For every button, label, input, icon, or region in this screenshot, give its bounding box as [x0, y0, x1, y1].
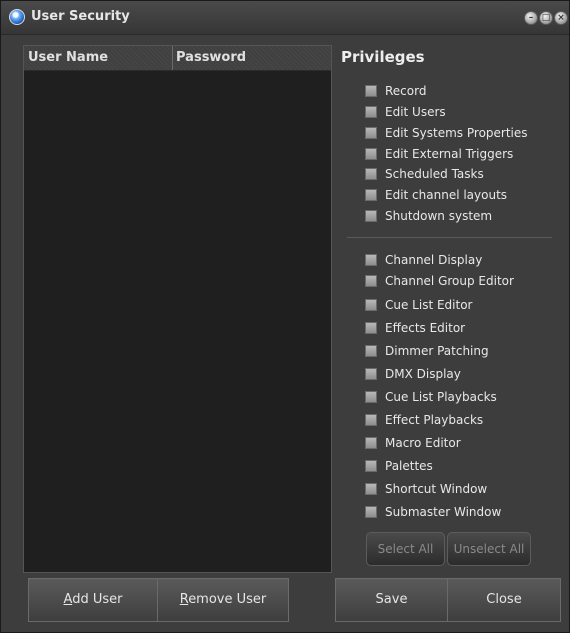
checkbox-icon[interactable]: [365, 368, 377, 380]
privileges-divider: [347, 237, 552, 238]
remove-user-button[interactable]: Remove User: [157, 578, 289, 622]
users-table-header: User Name Password: [24, 46, 331, 71]
column-header-user-name[interactable]: User Name: [28, 50, 108, 70]
checkbox-icon[interactable]: [365, 322, 377, 334]
checkbox-icon[interactable]: [365, 275, 377, 287]
checkbox-icon[interactable]: [365, 254, 377, 266]
title-bar[interactable]: User Security – □ ×: [1, 1, 569, 35]
checkbox-icon[interactable]: [365, 168, 377, 180]
privilege-label: Palettes: [385, 459, 433, 473]
checkbox-icon[interactable]: [365, 391, 377, 403]
privilege-label: Channel Group Editor: [385, 274, 514, 288]
select-all-button[interactable]: Select All: [366, 532, 445, 566]
unselect-all-button[interactable]: Unselect All: [447, 532, 531, 566]
privilege-label: Edit Users: [385, 105, 446, 119]
privilege-label: Effects Editor: [385, 321, 466, 335]
checkbox-icon[interactable]: [365, 460, 377, 472]
save-button[interactable]: Save: [335, 578, 448, 622]
checkbox-icon[interactable]: [365, 483, 377, 495]
checkbox-icon[interactable]: [365, 506, 377, 518]
privilege-label: Cue List Playbacks: [385, 390, 497, 404]
checkbox-icon[interactable]: [365, 127, 377, 139]
checkbox-icon[interactable]: [365, 414, 377, 426]
checkbox-icon[interactable]: [365, 299, 377, 311]
privilege-label: Effect Playbacks: [385, 413, 484, 427]
checkbox-icon[interactable]: [365, 85, 377, 97]
close-icon[interactable]: ×: [554, 11, 568, 25]
privilege-label: Edit External Triggers: [385, 147, 514, 161]
privilege-label: Scheduled Tasks: [385, 167, 484, 181]
privilege-label: Shutdown system: [385, 209, 493, 223]
column-divider: [172, 46, 173, 70]
privilege-label: Edit channel layouts: [385, 188, 508, 202]
privilege-label: Shortcut Window: [385, 482, 488, 496]
app-icon: [9, 9, 25, 25]
checkbox-icon[interactable]: [365, 210, 377, 222]
minimize-icon[interactable]: –: [524, 11, 538, 25]
users-table[interactable]: User Name Password: [23, 45, 332, 573]
privileges-heading: Privileges: [341, 48, 425, 66]
privilege-label: Channel Display: [385, 253, 483, 267]
add-user-button[interactable]: Add User: [28, 578, 158, 622]
column-header-password[interactable]: Password: [176, 50, 246, 70]
privilege-label: Dimmer Patching: [385, 344, 489, 358]
privilege-label: Cue List Editor: [385, 298, 473, 312]
privilege-label: Submaster Window: [385, 505, 502, 519]
checkbox-icon[interactable]: [365, 148, 377, 160]
window-title: User Security: [31, 9, 130, 24]
checkbox-icon[interactable]: [365, 345, 377, 357]
maximize-icon[interactable]: □: [539, 11, 553, 25]
close-button[interactable]: Close: [447, 578, 561, 622]
checkbox-icon[interactable]: [365, 437, 377, 449]
privilege-label: DMX Display: [385, 367, 461, 381]
privilege-label: Edit Systems Properties: [385, 126, 528, 140]
privilege-label: Macro Editor: [385, 436, 461, 450]
user-security-window: User Security – □ × User Name Password P…: [0, 0, 570, 633]
checkbox-icon[interactable]: [365, 189, 377, 201]
privilege-label: Record: [385, 84, 427, 98]
checkbox-icon[interactable]: [365, 106, 377, 118]
